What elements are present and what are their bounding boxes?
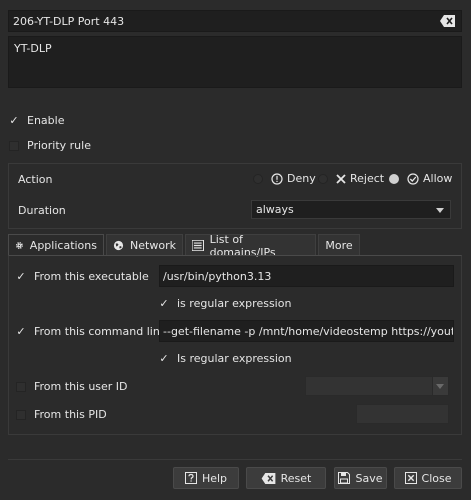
save-button[interactable]: Save	[334, 467, 387, 489]
action-allow-radio[interactable]: Allow	[389, 172, 452, 185]
executable-label: From this executable	[34, 270, 149, 283]
allow-label: Allow	[423, 172, 453, 185]
floppy-disk-icon	[338, 472, 351, 484]
description-value: YT-DLP	[14, 42, 52, 55]
duration-value: always	[256, 203, 294, 216]
cmdline-label: From this command line	[34, 325, 167, 338]
reject-label: Reject	[350, 172, 385, 185]
check-icon: ✓	[159, 297, 169, 310]
tab-label: Applications	[29, 239, 97, 252]
pid-input[interactable]	[356, 404, 449, 424]
rule-name-value: 206-YT-DLP Port 443	[13, 14, 125, 28]
cmdline-input[interactable]: --get-filename -p /mnt/home/videostemp h…	[159, 320, 454, 342]
x-icon	[336, 173, 346, 184]
tab-more[interactable]: More	[318, 234, 360, 256]
cmdline-regex-checkbox[interactable]: ✓ Is regular expression	[159, 352, 292, 365]
description-textarea[interactable]: YT-DLP	[8, 36, 462, 88]
userid-combo[interactable]	[305, 376, 449, 396]
clear-input-icon[interactable]	[440, 15, 455, 27]
tab-network[interactable]: Network	[106, 234, 183, 256]
userid-checkbox[interactable]: From this user ID	[16, 380, 128, 393]
checkbox-box	[9, 140, 19, 151]
check-icon: ✓	[16, 325, 26, 338]
cmdline-checkbox[interactable]: ✓ From this command line	[16, 325, 167, 338]
check-icon: ✓	[9, 114, 19, 127]
backspace-icon	[261, 472, 275, 484]
enable-checkbox[interactable]: ✓ Enable	[9, 114, 64, 127]
action-reject-radio[interactable]: Reject	[318, 172, 384, 185]
save-label: Save	[355, 471, 383, 485]
executable-input[interactable]: /usr/bin/python3.13	[159, 265, 454, 287]
help-label: Help	[201, 471, 228, 485]
reset-label: Reset	[280, 471, 312, 485]
tab-label: More	[325, 239, 353, 252]
pid-checkbox[interactable]: From this PID	[16, 408, 107, 421]
executable-regex-label: is regular expression	[177, 297, 292, 310]
radio-button	[253, 173, 263, 184]
tab-list-of-domains[interactable]: List of domains/IPs	[185, 233, 316, 259]
reset-button[interactable]: Reset	[246, 467, 326, 489]
checkbox-box	[16, 409, 26, 420]
duration-select[interactable]: always	[251, 200, 451, 219]
enable-label: Enable	[27, 114, 65, 127]
deny-label: Deny	[287, 172, 316, 185]
gear-icon	[15, 242, 23, 249]
executable-checkbox[interactable]: ✓ From this executable	[16, 270, 149, 283]
userid-label: From this user ID	[34, 380, 128, 393]
cmdline-regex-label: Is regular expression	[177, 352, 292, 365]
pid-label: From this PID	[34, 408, 107, 421]
close-label: Close	[421, 471, 452, 485]
question-icon	[184, 472, 197, 484]
duration-label: Duration	[18, 204, 66, 217]
executable-regex-checkbox[interactable]: ✓ is regular expression	[159, 297, 291, 310]
chevron-down-icon	[436, 208, 444, 213]
radio-button-selected	[389, 173, 399, 184]
priority-rule-label: Priority rule	[27, 139, 91, 152]
close-button[interactable]: Close	[394, 467, 462, 489]
chevron-down-icon	[436, 384, 444, 389]
check-icon: ✓	[159, 352, 169, 365]
help-button[interactable]: Help	[173, 467, 239, 489]
tab-applications[interactable]: Applications	[8, 234, 104, 256]
exclamation-circle-icon	[271, 172, 283, 185]
checkbox-box	[16, 381, 26, 392]
divider	[8, 459, 462, 460]
radio-button	[318, 173, 328, 184]
priority-rule-checkbox[interactable]: Priority rule	[9, 139, 91, 152]
rule-name-input[interactable]: 206-YT-DLP Port 443	[8, 10, 462, 32]
cmdline-value: --get-filename -p /mnt/home/videostemp h…	[163, 324, 453, 338]
action-label: Action	[18, 173, 53, 186]
check-icon: ✓	[16, 270, 26, 283]
executable-value: /usr/bin/python3.13	[163, 269, 272, 283]
globe-icon	[113, 240, 124, 251]
action-deny-radio[interactable]: Deny	[253, 172, 316, 185]
check-circle-icon	[407, 172, 419, 185]
close-icon	[404, 472, 417, 484]
list-icon	[192, 240, 204, 251]
tab-label: Network	[130, 239, 176, 252]
